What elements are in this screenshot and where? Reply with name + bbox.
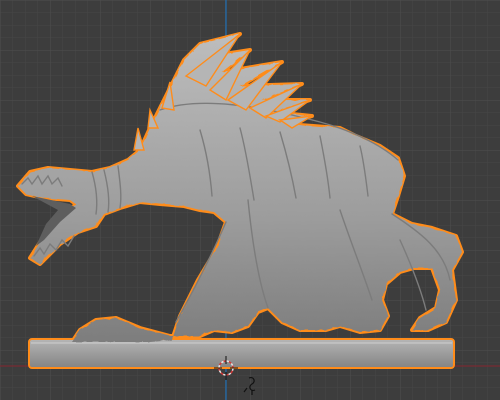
viewport-canvas[interactable] <box>0 0 500 400</box>
base-plinth <box>30 340 453 367</box>
3d-viewport[interactable] <box>0 0 500 400</box>
